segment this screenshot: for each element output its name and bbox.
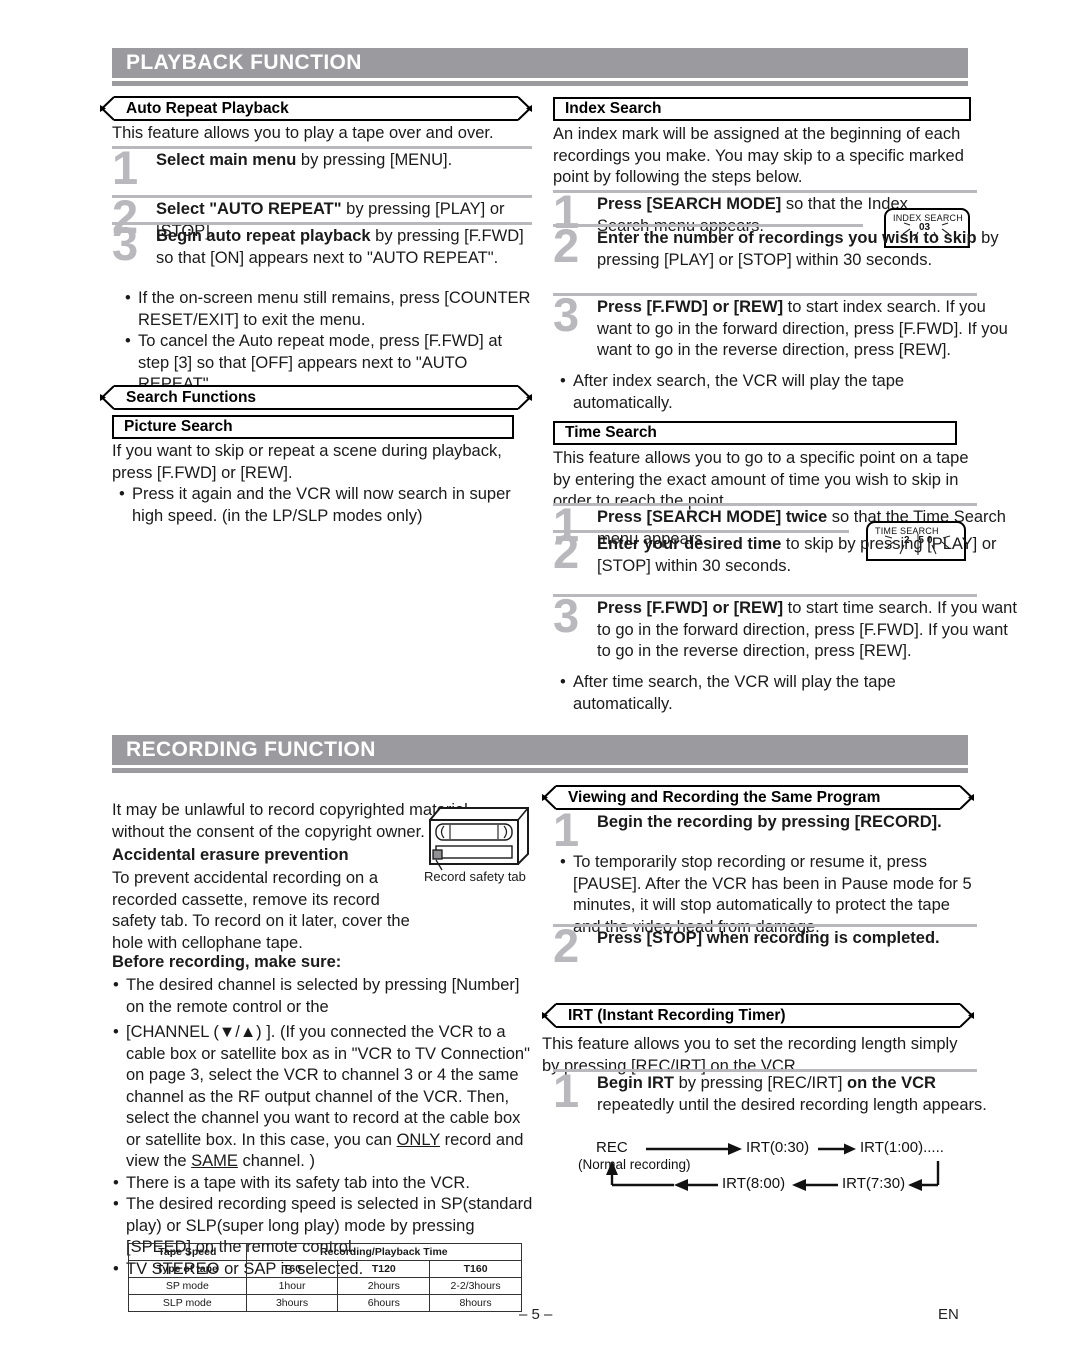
step-divider: [112, 195, 532, 198]
playback-function-title: PLAYBACK FUNCTION: [126, 51, 362, 74]
viewing-recording-label: Viewing and Recording the Same Program: [568, 789, 881, 806]
step-divider: [553, 190, 977, 193]
accidental-erasure-heading: Accidental erasure prevention: [112, 846, 349, 864]
time-search-bullets: After time search, the VCR will play the…: [559, 672, 977, 715]
table-cell: 6hours: [337, 1294, 431, 1312]
step-number: 3: [553, 589, 580, 642]
picture-search-heading: Picture Search: [112, 415, 514, 439]
list-item: There is a tape with its safety tab into…: [112, 1173, 534, 1195]
table-cell: 2hours: [337, 1277, 431, 1295]
step-divider: [112, 222, 532, 225]
irt-diagram-rec-sub: (Normal recording): [578, 1157, 691, 1172]
table-row: SLP mode 3hours 6hours 8hours: [128, 1294, 522, 1312]
recording-function-bar: RECORDING FUNCTION: [112, 735, 968, 765]
table-cell-slp-label: SLP mode: [128, 1294, 247, 1312]
table-header-type-of-tape: Type of tape: [128, 1260, 247, 1278]
manual-page: PLAYBACK FUNCTION Auto Repeat Playback T…: [0, 0, 1080, 1364]
table-cell: 8hours: [429, 1294, 522, 1312]
step-divider: [553, 503, 977, 506]
step-text: Press [F.FWD] or [REW] to start index se…: [597, 298, 1008, 359]
step-divider: [553, 224, 863, 227]
table-header-t120: T120: [337, 1260, 431, 1278]
table-cell-sp-label: SP mode: [128, 1277, 247, 1295]
index-search-bullets: After index search, the VCR will play th…: [559, 371, 977, 414]
table-cell: 2-2/3hours: [429, 1277, 522, 1295]
before-recording-bullets: The desired channel is selected by press…: [112, 975, 534, 1280]
playback-function-bar: PLAYBACK FUNCTION: [112, 48, 968, 78]
before-recording-heading: Before recording, make sure:: [112, 953, 342, 971]
viewing-recording-heading: Viewing and Recording the Same Program: [542, 785, 974, 810]
step-text: Press [STOP] when recording is completed…: [597, 929, 940, 947]
step-text: Begin the recording by pressing [RECORD]…: [597, 813, 942, 831]
table-row: Tape Speed Recording/Playback Time: [128, 1243, 523, 1261]
step-text: Begin auto repeat playback by pressing […: [156, 227, 524, 267]
list-item: [CHANNEL (▼/▲) ]. (If you connected the …: [112, 1022, 534, 1173]
step-number: 3: [112, 217, 139, 270]
step-divider: [553, 1069, 977, 1072]
step-number: 1: [112, 141, 139, 194]
irt-diagram-rec: REC: [596, 1139, 628, 1156]
irt-diagram-node-3: IRT(7:30): [842, 1175, 906, 1192]
step-divider: [553, 293, 977, 296]
table-header-t160: T160: [429, 1260, 522, 1278]
table-cell: 3hours: [245, 1294, 339, 1312]
language-code: EN: [938, 1306, 959, 1323]
playback-function-banner: PLAYBACK FUNCTION: [112, 48, 968, 86]
irt-label: IRT (Instant Recording Timer): [568, 1007, 786, 1024]
list-item: Press it again and the VCR will now sear…: [118, 484, 532, 527]
picture-search-intro: If you want to skip or repeat a scene du…: [112, 442, 502, 482]
index-search-intro: An index mark will be assigned at the be…: [553, 125, 964, 186]
auto-repeat-playback-heading: Auto Repeat Playback: [100, 96, 532, 121]
step-number: 2: [553, 919, 580, 972]
list-item: If the on-screen menu still remains, pre…: [124, 288, 532, 331]
search-functions-heading: Search Functions: [100, 385, 532, 410]
search-functions-label: Search Functions: [126, 389, 257, 406]
cassette-illustration: [424, 798, 534, 874]
accidental-erasure-text: To prevent accidental recording on a rec…: [112, 869, 410, 952]
list-item: After index search, the VCR will play th…: [559, 371, 977, 414]
step-divider: [553, 594, 977, 597]
step-number: 3: [553, 288, 580, 341]
step-text: Begin IRT by pressing [REC/IRT] on the V…: [597, 1074, 987, 1114]
recording-function-title: RECORDING FUNCTION: [126, 738, 376, 761]
step-number: 1: [553, 1064, 580, 1117]
table-cell: 1hour: [245, 1277, 339, 1295]
step-text: Press [F.FWD] or [REW] to start time sea…: [597, 599, 1017, 660]
table-row: Type of tape T60 T120 T160: [128, 1260, 522, 1278]
page-number: – 5 –: [519, 1306, 553, 1323]
irt-diagram-node-1: IRT(0:30): [746, 1139, 810, 1156]
step-divider: [553, 530, 849, 533]
step-text: Select main menu by pressing [MENU].: [156, 151, 453, 169]
auto-repeat-playback-label: Auto Repeat Playback: [126, 100, 289, 117]
table-header-tape-speed: Tape Speed: [128, 1243, 247, 1261]
recording-function-banner: RECORDING FUNCTION: [112, 735, 968, 773]
time-search-heading: Time Search: [553, 421, 957, 445]
irt-diagram-node-2: IRT(1:00).....: [860, 1139, 944, 1156]
tape-speed-table: Tape Speed Recording/Playback Time Type …: [128, 1243, 523, 1312]
irt-flow-diagram: REC (Normal recording) IRT(0:30) IRT(1:0…: [578, 1135, 970, 1207]
banner-rule: [112, 768, 968, 773]
step-text: Enter your desired time to skip by press…: [597, 535, 997, 575]
record-safety-tab-caption: Record safety tab: [424, 869, 526, 884]
list-item: The desired channel is selected by press…: [112, 975, 534, 1018]
table-header-t60: T60: [245, 1260, 339, 1278]
step-number: 2: [553, 525, 580, 578]
step-number: 1: [553, 803, 580, 856]
index-search-heading: Index Search: [553, 97, 971, 121]
irt-diagram-node-4: IRT(8:00): [722, 1175, 786, 1192]
step-text: Enter the number of recordings you wish …: [597, 229, 999, 269]
step-number: 2: [553, 219, 580, 272]
list-item: After time search, the VCR will play the…: [559, 672, 977, 715]
step-divider: [112, 146, 532, 149]
table-header-recording-time: Recording/Playback Time: [245, 1243, 523, 1261]
auto-repeat-bullets: If the on-screen menu still remains, pre…: [124, 288, 532, 396]
table-row: SP mode 1hour 2hours 2-2/3hours: [128, 1277, 522, 1295]
auto-repeat-intro: This feature allows you to play a tape o…: [112, 124, 494, 142]
irt-heading: IRT (Instant Recording Timer): [542, 1003, 974, 1028]
step-divider: [553, 924, 977, 927]
banner-rule: [112, 81, 968, 86]
picture-search-bullets: Press it again and the VCR will now sear…: [118, 484, 532, 527]
